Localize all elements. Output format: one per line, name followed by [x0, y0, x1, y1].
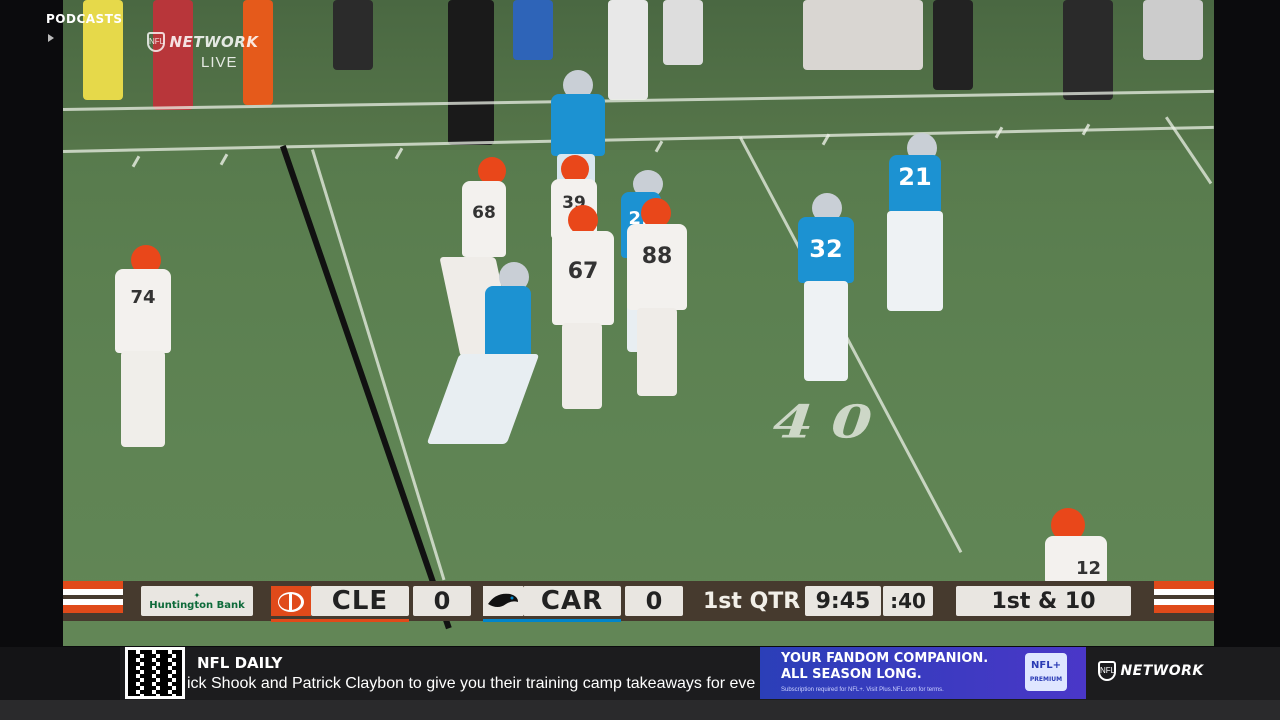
- network-name: NETWORK: [169, 33, 259, 51]
- live-label: LIVE: [201, 54, 238, 71]
- down-distance: 1st & 10: [956, 586, 1131, 616]
- network-logo: NFL NETWORK: [1098, 661, 1204, 681]
- quarter-label: 1st QTR: [703, 588, 801, 614]
- sideline-person: [513, 0, 553, 60]
- play-clock: :40: [883, 586, 933, 616]
- home-team-score: 0: [625, 586, 683, 616]
- nfl-shield-icon: NFL: [1098, 661, 1116, 681]
- sideline-person: [1143, 0, 1203, 60]
- right-stripes: [1154, 581, 1214, 621]
- sideline-person: [933, 0, 973, 90]
- game-video[interactable]: 40 74 68 39 67 21 88 32 21 12 NFL NETWOR…: [63, 0, 1214, 646]
- away-team-score: 0: [413, 586, 471, 616]
- show-description: ick Shook and Patrick Claybon to give yo…: [187, 675, 756, 692]
- ticker-section-label: PODCASTS: [46, 12, 123, 26]
- yard-number: 40: [764, 395, 899, 449]
- referee: [448, 0, 494, 145]
- qr-code-icon: [125, 647, 185, 699]
- network-bug: NFL NETWORK LIVE: [147, 32, 258, 71]
- bottom-bar: [0, 700, 1280, 720]
- sideline-person: [1063, 0, 1113, 100]
- away-team-underline: [271, 619, 409, 622]
- sideline-group: [803, 0, 923, 70]
- sponsor-panel: ✦ Huntington Bank: [141, 586, 253, 616]
- nfl-shield-icon: NFL: [147, 32, 165, 52]
- play-icon[interactable]: [48, 34, 54, 42]
- away-team-abbr: CLE: [311, 586, 409, 616]
- sideline-person: [333, 0, 373, 70]
- score-bug: ✦ Huntington Bank CLE 0 CAR 0 1st QTR 9:…: [63, 581, 1214, 622]
- hash-mark: [131, 155, 141, 168]
- show-title: NFL DAILY: [197, 654, 283, 672]
- game-clock: 9:45: [805, 586, 881, 616]
- line-of-scrimmage: [280, 145, 452, 630]
- nfl-plus-logo-sub: PREMIUM: [1029, 676, 1063, 683]
- network-logo-text: NETWORK: [1120, 663, 1204, 679]
- sponsor-name: Huntington Bank: [149, 600, 245, 611]
- ad-headline-2: ALL SEASON LONG.: [781, 667, 922, 682]
- cle-helmet-icon: [271, 586, 311, 616]
- car-panther-icon: [483, 586, 523, 616]
- yard-line: [311, 149, 446, 581]
- sideline-person: [663, 0, 703, 65]
- nfl-plus-ad[interactable]: YOUR FANDOM COMPANION. ALL SEASON LONG. …: [760, 647, 1086, 699]
- nfl-plus-logo-text: NFL+: [1031, 660, 1061, 671]
- nfl-plus-logo-icon: NFL+ PREMIUM: [1025, 653, 1067, 691]
- home-team-abbr: CAR: [523, 586, 621, 616]
- ad-fineprint: Subscription required for NFL+. Visit Pl…: [781, 687, 944, 693]
- sideline-person: [608, 0, 648, 100]
- hash-mark: [219, 153, 229, 166]
- left-stripes: [63, 581, 123, 621]
- home-team-underline: [483, 619, 621, 622]
- ad-headline-1: YOUR FANDOM COMPANION.: [781, 651, 989, 666]
- ticker-section: [0, 647, 120, 700]
